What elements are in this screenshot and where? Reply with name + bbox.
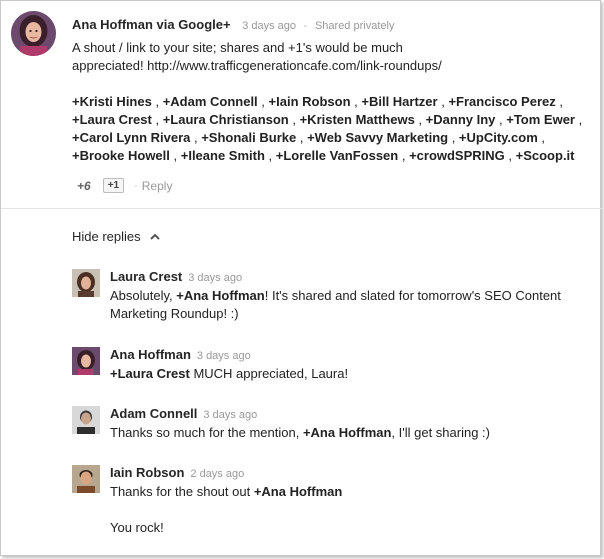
mention-separator: , (190, 130, 202, 145)
reply-text-part: Thanks so much for the mention, (110, 425, 303, 440)
mention-link[interactable]: +Web Savvy Marketing (307, 130, 448, 145)
post-actions: +6 +1 · Reply (77, 178, 172, 193)
reply-time[interactable]: 2 days ago (190, 468, 244, 480)
mention-separator: , (264, 148, 276, 163)
mention-link[interactable]: +Kristi Hines (72, 94, 152, 109)
mention-link[interactable]: +Laura Crest (110, 366, 190, 381)
reply-author[interactable]: Ana Hoffman (110, 347, 191, 362)
mention-link[interactable]: +Ana Hoffman (303, 425, 391, 440)
mention-separator: , (151, 112, 163, 127)
action-separator: · (134, 179, 138, 192)
post-text: A shout / link to your site; shares and … (72, 39, 592, 75)
mention-separator: , (555, 94, 563, 109)
mention-link[interactable]: +Laura Crest (72, 112, 152, 127)
post-card: Ana Hoffman via Google+ 3 days ago - Sha… (0, 0, 602, 556)
mention-link[interactable]: +Ileane Smith (181, 148, 265, 163)
mention-separator: , (414, 112, 426, 127)
author-name[interactable]: Ana Hoffman (72, 17, 153, 32)
hide-replies-label: Hide replies (72, 229, 141, 244)
reply-text: Absolutely, +Ana Hoffman! It's shared an… (110, 287, 570, 323)
reply-avatar[interactable] (72, 406, 100, 434)
reply-text: Thanks so much for the mention, +Ana Hof… (110, 424, 570, 442)
plus-count[interactable]: +6 (77, 179, 91, 193)
mention-link[interactable]: +crowdSPRING (409, 148, 505, 163)
mention-separator: , (151, 94, 163, 109)
mention-link[interactable]: +UpCity.com (459, 130, 538, 145)
mention-link[interactable]: +Shonali Burke (201, 130, 296, 145)
reply-avatar[interactable] (72, 465, 100, 493)
reply-text-part: ! It's shared and slated for tomorrow's … (264, 288, 561, 303)
mention-link[interactable]: +Scoop.it (516, 148, 575, 163)
via-label: via Google+ (156, 17, 231, 32)
reply-author[interactable]: Adam Connell (110, 406, 197, 421)
reply-avatar[interactable] (72, 347, 100, 375)
post-text-line: appreciated! http://www.trafficgeneratio… (72, 58, 442, 73)
reply-text: Thanks for the shout out +Ana Hoffman Yo… (110, 483, 570, 537)
mention-link[interactable]: +Lorelle VanFossen (276, 148, 398, 163)
post-header: Ana Hoffman via Google+ 3 days ago - Sha… (72, 17, 394, 32)
mention-separator: , (575, 112, 583, 127)
hide-replies-toggle[interactable]: Hide replies (72, 229, 161, 244)
reply-text-part: Marketing Roundup! :) (110, 306, 239, 321)
author-avatar[interactable] (11, 11, 56, 56)
mention-link[interactable]: +Adam Connell (163, 94, 258, 109)
mention-separator: , (350, 94, 362, 109)
chevron-up-icon (149, 233, 160, 240)
mention-link[interactable]: +Kristen Matthews (300, 112, 415, 127)
mention-link[interactable]: +Ana Hoffman (176, 288, 264, 303)
mention-separator: , (448, 130, 459, 145)
mention-link[interactable]: +Francisco Perez (448, 94, 555, 109)
divider (1, 208, 602, 209)
mention-separator: , (296, 130, 308, 145)
reply-author[interactable]: Laura Crest (110, 269, 182, 284)
reply-text: +Laura Crest MUCH appreciated, Laura! (110, 365, 570, 383)
mention-separator: , (398, 148, 410, 163)
mention-separator: , (288, 112, 300, 127)
mention-link[interactable]: +Ana Hoffman (254, 484, 342, 499)
reply-text-part: Absolutely, (110, 288, 177, 303)
mention-separator: , (169, 148, 181, 163)
reply-text-part: You rock! (110, 520, 164, 535)
mention-link[interactable]: +Laura Christianson (163, 112, 289, 127)
visibility-label[interactable]: Shared privately (315, 20, 395, 32)
reply-text-part: , I'll get sharing :) (391, 425, 491, 440)
mention-separator: , (495, 112, 507, 127)
plus-one-button[interactable]: +1 (102, 178, 125, 193)
mention-separator: , (257, 94, 269, 109)
mention-link[interactable]: +Iain Robson (269, 94, 351, 109)
reply-text-part: Thanks for the shout out (110, 484, 254, 499)
reply-avatar[interactable] (72, 269, 100, 297)
reply-text-part: MUCH appreciated, Laura! (189, 366, 349, 381)
mention-separator: , (504, 148, 516, 163)
mention-link[interactable]: +Bill Hartzer (361, 94, 437, 109)
mention-link[interactable]: +Brooke Howell (72, 148, 170, 163)
mention-link[interactable]: +Danny Iny (426, 112, 496, 127)
mention-list: +Kristi Hines , +Adam Connell , +Iain Ro… (72, 93, 592, 165)
meta-separator: - (303, 20, 308, 32)
reply-time[interactable]: 3 days ago (197, 350, 251, 362)
mention-link[interactable]: +Tom Ewer (506, 112, 575, 127)
mention-separator: , (437, 94, 449, 109)
reply-time[interactable]: 3 days ago (188, 272, 242, 284)
reply-time[interactable]: 3 days ago (203, 409, 257, 421)
reply-link[interactable]: Reply (142, 179, 173, 193)
mention-link[interactable]: +Carol Lynn Rivera (72, 130, 190, 145)
post-time[interactable]: 3 days ago (242, 20, 296, 32)
post-text-line: A shout / link to your site; shares and … (72, 40, 403, 55)
mention-separator: , (537, 130, 546, 145)
reply-author[interactable]: Iain Robson (110, 465, 184, 480)
